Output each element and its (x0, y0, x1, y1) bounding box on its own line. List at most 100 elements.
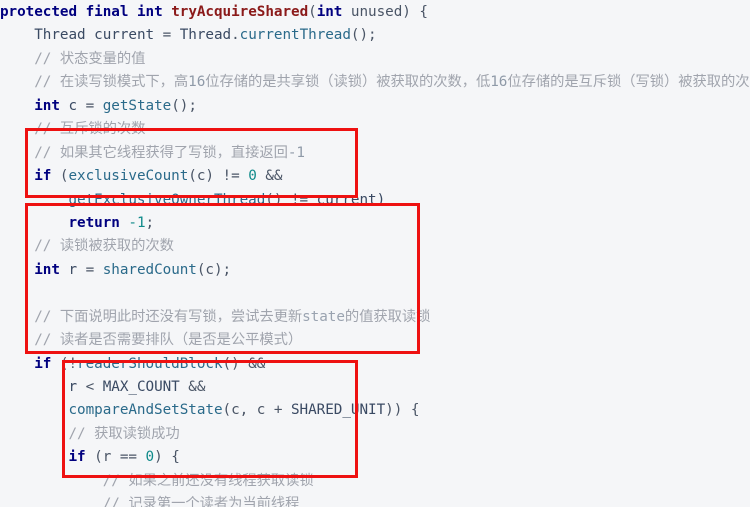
code-line: // 状态变量的值 (0, 48, 750, 71)
code-token: exclusiveCount (68, 168, 189, 185)
code-token: current) (316, 191, 386, 208)
code-token: protected (0, 4, 78, 20)
code-line: // 如果之前还没有线程获取读锁 (0, 470, 750, 493)
code-token: c (59, 97, 86, 114)
code-listing: protected final int tryAcquireShared(int… (0, 0, 750, 507)
code-token: )) { (385, 402, 420, 419)
code-token: && (179, 379, 206, 395)
code-line: if (!readerShouldBlock() && (0, 353, 750, 376)
code-token: readerShouldBlock (77, 355, 223, 372)
code-token: current (85, 27, 163, 44)
code-token: (); (350, 27, 377, 44)
code-token: && (256, 168, 283, 185)
code-line: if (r == 0) { (0, 446, 750, 469)
code-token: (c) (188, 168, 223, 185)
code-token: () (222, 355, 249, 372)
code-token: ) { (154, 449, 180, 466)
code-token: state (302, 308, 345, 325)
code-token: 位存储的是互斥锁（写锁）被获取的次数 (507, 74, 750, 91)
code-token: // 在读写锁模式下，高 (34, 74, 189, 91)
code-token: 0 (248, 168, 257, 185)
code-token: final (85, 4, 129, 20)
code-line: // 在读写锁模式下，高16位存储的是共享锁（读锁）被获取的次数，低16位存储的… (0, 71, 750, 94)
code-token: ( (51, 168, 69, 185)
code-token: != (290, 191, 317, 208)
code-token: == (119, 449, 146, 466)
code-token: r (68, 379, 86, 395)
code-token: 16 (188, 74, 206, 91)
code-token: 位存储的是共享锁（读锁）被获取的次数，低 (205, 74, 491, 91)
code-token: if (34, 168, 52, 185)
code-line: // 下面说明此时还没有写锁，尝试去更新state的值获取读锁 (0, 306, 750, 329)
code-line: r < MAX_COUNT && (0, 376, 750, 399)
code-line: // 互斥锁的次数 (0, 118, 750, 141)
code-token: (r (85, 449, 120, 466)
code-token: // 读锁被获取的次数 (34, 238, 174, 255)
code-editor-viewport[interactable]: protected final int tryAcquireShared(int… (0, 0, 750, 507)
code-line: // 获取读锁成功 (0, 423, 750, 446)
code-token: (! (51, 355, 78, 372)
code-token: -1 (128, 214, 146, 231)
code-line: getExclusiveOwnerThread() != current) (0, 189, 750, 212)
code-token: int (136, 4, 163, 20)
code-token: unused) { (342, 4, 428, 20)
code-token: () (265, 191, 291, 208)
code-token: getState (102, 97, 172, 114)
code-token: tryAcquireShared (171, 4, 309, 20)
code-token: // 互斥锁的次数 (34, 121, 146, 138)
code-line: // 读锁被获取的次数 (0, 235, 750, 258)
code-token: int (34, 261, 60, 278)
code-token: -1 (287, 144, 305, 161)
code-token: // 如果之前还没有线程获取读锁 (102, 472, 314, 489)
code-token: ( (308, 4, 317, 20)
code-line: compareAndSetState(c, c + SHARED_UNIT)) … (0, 399, 750, 422)
code-line: return -1; (0, 212, 750, 235)
code-line: // 记录第一个读者为当前线程 (0, 493, 750, 507)
code-line: if (exclusiveCount(c) != 0 && (0, 165, 750, 188)
code-token: < (85, 379, 103, 395)
code-token: Thread (179, 27, 232, 44)
code-token: + (273, 402, 291, 419)
code-token: Thread (34, 27, 86, 44)
code-token: = (162, 27, 180, 44)
code-token: // 下面说明此时还没有写锁，尝试去更新 (34, 308, 303, 325)
code-token: (c, c (222, 402, 274, 419)
code-line: // 如果其它线程获得了写锁，直接返回-1 (0, 142, 750, 165)
code-line: // 读者是否需要排队（是否是公平模式） (0, 329, 750, 352)
code-token: = (85, 97, 103, 114)
code-token: // 如果其它线程获得了写锁，直接返回 (34, 144, 288, 161)
code-token: int (316, 4, 343, 20)
code-token: 16 (490, 74, 508, 91)
code-token: (c); (196, 261, 232, 278)
code-token: return (68, 214, 120, 231)
code-token: int (34, 97, 60, 114)
code-token: != (222, 168, 249, 185)
code-line: Thread current = Thread.currentThread(); (0, 24, 750, 47)
code-token: r (59, 261, 86, 278)
code-token: // 获取读锁成功 (68, 425, 180, 442)
code-token: ; (145, 214, 155, 231)
code-token: currentThread (239, 27, 351, 44)
code-line: protected final int tryAcquireShared(int… (0, 1, 750, 24)
code-token: SHARED_UNIT (291, 402, 386, 419)
